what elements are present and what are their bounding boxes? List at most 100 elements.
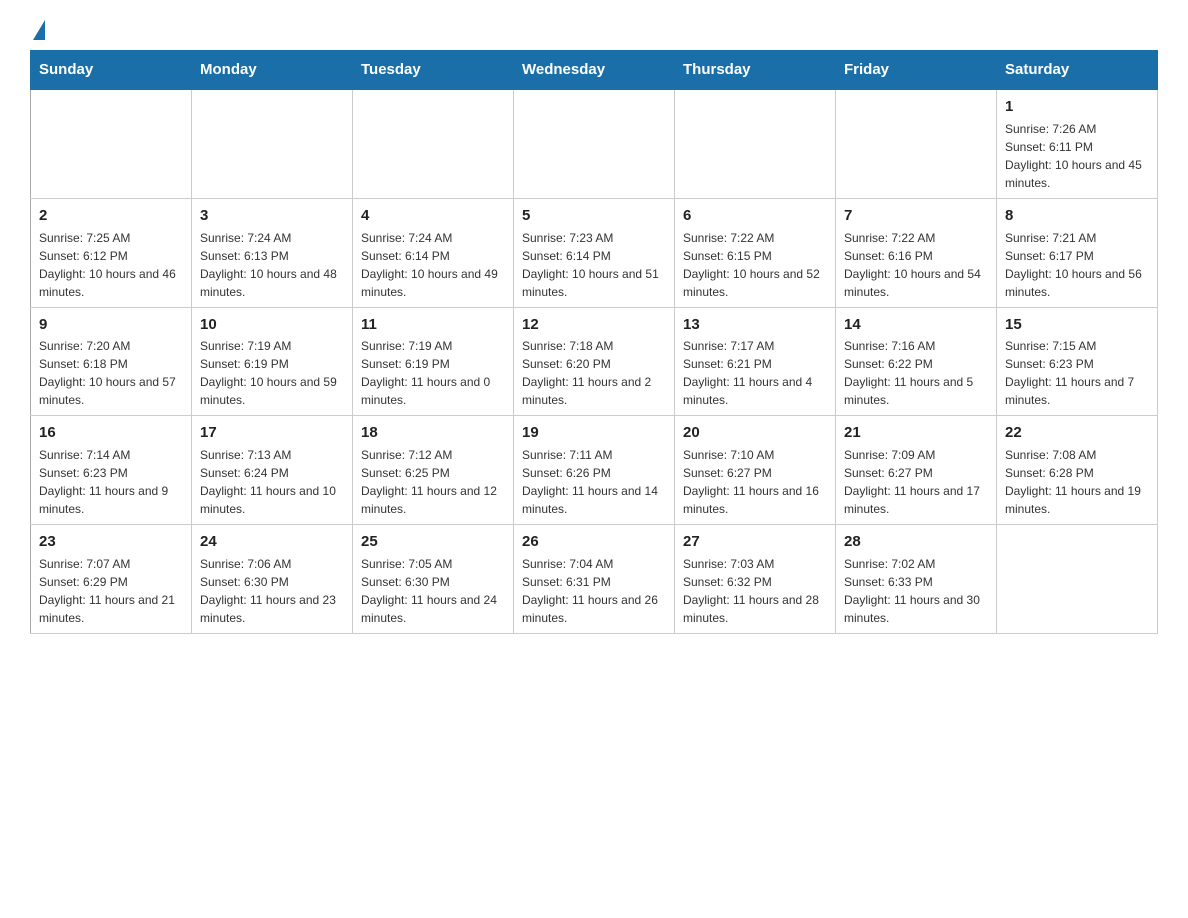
day-info: Sunrise: 7:13 AM Sunset: 6:24 PM Dayligh… bbox=[200, 446, 344, 518]
day-info: Sunrise: 7:21 AM Sunset: 6:17 PM Dayligh… bbox=[1005, 229, 1149, 301]
day-info: Sunrise: 7:24 AM Sunset: 6:14 PM Dayligh… bbox=[361, 229, 505, 301]
calendar-week-row: 23Sunrise: 7:07 AM Sunset: 6:29 PM Dayli… bbox=[31, 525, 1158, 634]
day-info: Sunrise: 7:12 AM Sunset: 6:25 PM Dayligh… bbox=[361, 446, 505, 518]
calendar-cell: 4Sunrise: 7:24 AM Sunset: 6:14 PM Daylig… bbox=[353, 198, 514, 307]
day-info: Sunrise: 7:06 AM Sunset: 6:30 PM Dayligh… bbox=[200, 555, 344, 627]
day-info: Sunrise: 7:20 AM Sunset: 6:18 PM Dayligh… bbox=[39, 337, 183, 409]
weekday-header-monday: Monday bbox=[192, 51, 353, 90]
day-info: Sunrise: 7:14 AM Sunset: 6:23 PM Dayligh… bbox=[39, 446, 183, 518]
calendar-cell bbox=[836, 89, 997, 198]
calendar-cell: 20Sunrise: 7:10 AM Sunset: 6:27 PM Dayli… bbox=[675, 416, 836, 525]
calendar-cell: 19Sunrise: 7:11 AM Sunset: 6:26 PM Dayli… bbox=[514, 416, 675, 525]
calendar-table: SundayMondayTuesdayWednesdayThursdayFrid… bbox=[30, 50, 1158, 634]
calendar-cell: 23Sunrise: 7:07 AM Sunset: 6:29 PM Dayli… bbox=[31, 525, 192, 634]
day-number: 24 bbox=[200, 531, 344, 553]
calendar-cell: 6Sunrise: 7:22 AM Sunset: 6:15 PM Daylig… bbox=[675, 198, 836, 307]
weekday-header-tuesday: Tuesday bbox=[353, 51, 514, 90]
calendar-cell: 3Sunrise: 7:24 AM Sunset: 6:13 PM Daylig… bbox=[192, 198, 353, 307]
day-info: Sunrise: 7:15 AM Sunset: 6:23 PM Dayligh… bbox=[1005, 337, 1149, 409]
day-number: 28 bbox=[844, 531, 988, 553]
calendar-week-row: 16Sunrise: 7:14 AM Sunset: 6:23 PM Dayli… bbox=[31, 416, 1158, 525]
day-number: 9 bbox=[39, 314, 183, 336]
day-info: Sunrise: 7:25 AM Sunset: 6:12 PM Dayligh… bbox=[39, 229, 183, 301]
calendar-cell: 26Sunrise: 7:04 AM Sunset: 6:31 PM Dayli… bbox=[514, 525, 675, 634]
calendar-cell: 13Sunrise: 7:17 AM Sunset: 6:21 PM Dayli… bbox=[675, 307, 836, 416]
day-number: 12 bbox=[522, 314, 666, 336]
day-number: 11 bbox=[361, 314, 505, 336]
day-number: 25 bbox=[361, 531, 505, 553]
day-number: 13 bbox=[683, 314, 827, 336]
calendar-cell bbox=[514, 89, 675, 198]
calendar-cell: 12Sunrise: 7:18 AM Sunset: 6:20 PM Dayli… bbox=[514, 307, 675, 416]
day-info: Sunrise: 7:24 AM Sunset: 6:13 PM Dayligh… bbox=[200, 229, 344, 301]
logo bbox=[30, 20, 45, 40]
weekday-header-friday: Friday bbox=[836, 51, 997, 90]
day-number: 7 bbox=[844, 205, 988, 227]
day-number: 21 bbox=[844, 422, 988, 444]
day-number: 26 bbox=[522, 531, 666, 553]
day-info: Sunrise: 7:19 AM Sunset: 6:19 PM Dayligh… bbox=[361, 337, 505, 409]
calendar-cell: 25Sunrise: 7:05 AM Sunset: 6:30 PM Dayli… bbox=[353, 525, 514, 634]
calendar-cell bbox=[997, 525, 1158, 634]
calendar-cell: 14Sunrise: 7:16 AM Sunset: 6:22 PM Dayli… bbox=[836, 307, 997, 416]
calendar-cell: 15Sunrise: 7:15 AM Sunset: 6:23 PM Dayli… bbox=[997, 307, 1158, 416]
day-info: Sunrise: 7:09 AM Sunset: 6:27 PM Dayligh… bbox=[844, 446, 988, 518]
day-number: 1 bbox=[1005, 96, 1149, 118]
calendar-week-row: 9Sunrise: 7:20 AM Sunset: 6:18 PM Daylig… bbox=[31, 307, 1158, 416]
day-number: 22 bbox=[1005, 422, 1149, 444]
calendar-cell bbox=[675, 89, 836, 198]
logo-triangle-icon bbox=[33, 20, 45, 40]
calendar-cell: 28Sunrise: 7:02 AM Sunset: 6:33 PM Dayli… bbox=[836, 525, 997, 634]
day-number: 19 bbox=[522, 422, 666, 444]
calendar-cell: 9Sunrise: 7:20 AM Sunset: 6:18 PM Daylig… bbox=[31, 307, 192, 416]
day-number: 15 bbox=[1005, 314, 1149, 336]
day-number: 14 bbox=[844, 314, 988, 336]
calendar-cell: 18Sunrise: 7:12 AM Sunset: 6:25 PM Dayli… bbox=[353, 416, 514, 525]
day-info: Sunrise: 7:11 AM Sunset: 6:26 PM Dayligh… bbox=[522, 446, 666, 518]
calendar-cell bbox=[31, 89, 192, 198]
day-number: 2 bbox=[39, 205, 183, 227]
day-number: 8 bbox=[1005, 205, 1149, 227]
day-number: 4 bbox=[361, 205, 505, 227]
day-info: Sunrise: 7:19 AM Sunset: 6:19 PM Dayligh… bbox=[200, 337, 344, 409]
day-info: Sunrise: 7:22 AM Sunset: 6:15 PM Dayligh… bbox=[683, 229, 827, 301]
calendar-cell: 8Sunrise: 7:21 AM Sunset: 6:17 PM Daylig… bbox=[997, 198, 1158, 307]
calendar-cell: 2Sunrise: 7:25 AM Sunset: 6:12 PM Daylig… bbox=[31, 198, 192, 307]
weekday-header-sunday: Sunday bbox=[31, 51, 192, 90]
calendar-cell: 22Sunrise: 7:08 AM Sunset: 6:28 PM Dayli… bbox=[997, 416, 1158, 525]
day-info: Sunrise: 7:23 AM Sunset: 6:14 PM Dayligh… bbox=[522, 229, 666, 301]
weekday-header-wednesday: Wednesday bbox=[514, 51, 675, 90]
calendar-cell: 21Sunrise: 7:09 AM Sunset: 6:27 PM Dayli… bbox=[836, 416, 997, 525]
day-info: Sunrise: 7:03 AM Sunset: 6:32 PM Dayligh… bbox=[683, 555, 827, 627]
day-info: Sunrise: 7:07 AM Sunset: 6:29 PM Dayligh… bbox=[39, 555, 183, 627]
day-number: 17 bbox=[200, 422, 344, 444]
calendar-cell: 16Sunrise: 7:14 AM Sunset: 6:23 PM Dayli… bbox=[31, 416, 192, 525]
calendar-cell: 5Sunrise: 7:23 AM Sunset: 6:14 PM Daylig… bbox=[514, 198, 675, 307]
day-number: 23 bbox=[39, 531, 183, 553]
weekday-header-thursday: Thursday bbox=[675, 51, 836, 90]
day-number: 27 bbox=[683, 531, 827, 553]
calendar-cell: 10Sunrise: 7:19 AM Sunset: 6:19 PM Dayli… bbox=[192, 307, 353, 416]
calendar-cell: 27Sunrise: 7:03 AM Sunset: 6:32 PM Dayli… bbox=[675, 525, 836, 634]
day-info: Sunrise: 7:17 AM Sunset: 6:21 PM Dayligh… bbox=[683, 337, 827, 409]
weekday-header-row: SundayMondayTuesdayWednesdayThursdayFrid… bbox=[31, 51, 1158, 90]
day-info: Sunrise: 7:10 AM Sunset: 6:27 PM Dayligh… bbox=[683, 446, 827, 518]
day-info: Sunrise: 7:08 AM Sunset: 6:28 PM Dayligh… bbox=[1005, 446, 1149, 518]
day-info: Sunrise: 7:26 AM Sunset: 6:11 PM Dayligh… bbox=[1005, 120, 1149, 192]
weekday-header-saturday: Saturday bbox=[997, 51, 1158, 90]
calendar-cell: 11Sunrise: 7:19 AM Sunset: 6:19 PM Dayli… bbox=[353, 307, 514, 416]
day-number: 6 bbox=[683, 205, 827, 227]
day-info: Sunrise: 7:02 AM Sunset: 6:33 PM Dayligh… bbox=[844, 555, 988, 627]
day-info: Sunrise: 7:16 AM Sunset: 6:22 PM Dayligh… bbox=[844, 337, 988, 409]
calendar-cell bbox=[353, 89, 514, 198]
calendar-cell: 24Sunrise: 7:06 AM Sunset: 6:30 PM Dayli… bbox=[192, 525, 353, 634]
day-number: 20 bbox=[683, 422, 827, 444]
calendar-week-row: 1Sunrise: 7:26 AM Sunset: 6:11 PM Daylig… bbox=[31, 89, 1158, 198]
day-number: 18 bbox=[361, 422, 505, 444]
day-info: Sunrise: 7:05 AM Sunset: 6:30 PM Dayligh… bbox=[361, 555, 505, 627]
day-number: 3 bbox=[200, 205, 344, 227]
day-info: Sunrise: 7:22 AM Sunset: 6:16 PM Dayligh… bbox=[844, 229, 988, 301]
calendar-cell bbox=[192, 89, 353, 198]
day-number: 10 bbox=[200, 314, 344, 336]
calendar-week-row: 2Sunrise: 7:25 AM Sunset: 6:12 PM Daylig… bbox=[31, 198, 1158, 307]
